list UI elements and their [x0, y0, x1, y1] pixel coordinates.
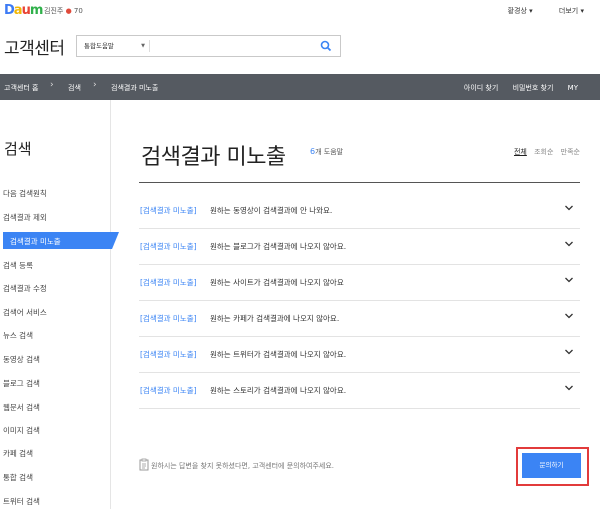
sort-views[interactable]: 조회순	[534, 148, 553, 156]
list-divider	[139, 182, 580, 183]
breadcrumb-home[interactable]: 고객센터 홈	[4, 83, 38, 93]
inquire-button[interactable]: 문의하기	[522, 453, 581, 478]
sidebar-item-web[interactable]: 웹문서 검색	[3, 402, 40, 413]
faq-tag: [검색결과 미노출]	[140, 350, 197, 359]
faq-row[interactable]: [검색결과 미노출] 원하는 트위터가 검색결과에 나오지 않아요.	[139, 336, 580, 373]
faq-question[interactable]: 원하는 사이트가 검색결과에 나오지 않아요	[210, 277, 344, 288]
content-title: 검색결과 미노출	[141, 145, 286, 170]
sidebar-title: 검색	[4, 140, 32, 158]
sidebar-item-news[interactable]: 뉴스 검색	[3, 330, 33, 341]
search-icon	[320, 40, 332, 52]
chevron-down-icon[interactable]	[564, 348, 574, 356]
sidebar: 검색 다음 검색원칙 검색결과 제외 검색결과 미노출 검색 등록 검색결과 수…	[0, 100, 119, 509]
faq-tag: [검색결과 미노출]	[140, 386, 197, 395]
search-box: 통합도움말 ▼	[76, 35, 341, 57]
sidebar-item-keyword-service[interactable]: 검색어 서비스	[3, 307, 47, 318]
faq-tag: [검색결과 미노출]	[140, 206, 197, 215]
points-icon: ●	[65, 7, 72, 15]
faq-question[interactable]: 원하는 블로그가 검색결과에 나오지 않아요.	[210, 241, 346, 252]
breadcrumb-bar: 고객센터 홈 › 검색 › 검색결과 미노출 아이디 찾기 비밀번호 찾기 MY	[0, 74, 600, 100]
sidebar-item-blog[interactable]: 블로그 검색	[3, 378, 40, 389]
chevron-down-icon[interactable]	[564, 204, 574, 212]
sidebar-item-search-principles[interactable]: 다음 검색원칙	[3, 188, 47, 199]
clipboard-icon	[139, 458, 149, 471]
faq-question[interactable]: 원하는 트위터가 검색결과에 나오지 않아요.	[210, 349, 346, 360]
header: 고객센터 통합도움말 ▼	[0, 24, 600, 74]
sidebar-item-cafe[interactable]: 카페 검색	[3, 448, 33, 459]
find-id-link[interactable]: 아이디 찾기	[464, 84, 498, 92]
chevron-down-icon[interactable]	[564, 384, 574, 392]
divider	[149, 40, 150, 52]
user-points: 70	[73, 7, 83, 15]
faq-row[interactable]: [검색결과 미노출] 원하는 블로그가 검색결과에 나오지 않아요.	[139, 228, 580, 265]
sort-all[interactable]: 전체	[514, 148, 527, 156]
faq-row[interactable]: [검색결과 미노출] 원하는 동영상이 검색결과에 안 나와요.	[139, 192, 580, 229]
breadcrumb-current: 검색결과 미노출	[111, 84, 159, 92]
find-password-link[interactable]: 비밀번호 찾기	[513, 84, 554, 92]
faq-question[interactable]: 원하는 스토리가 검색결과에 나오지 않아요.	[210, 385, 346, 396]
sidebar-item-integrated[interactable]: 통합 검색	[3, 472, 33, 483]
daum-logo[interactable]: Daum	[4, 3, 43, 18]
breadcrumb-search[interactable]: 검색	[68, 83, 81, 93]
my-link[interactable]: MY	[568, 84, 578, 92]
top-link-more[interactable]: 더보기 ▾	[547, 7, 584, 15]
faq-question[interactable]: 원하는 동영상이 검색결과에 안 나와요.	[210, 205, 332, 216]
chevron-down-icon: ▼	[141, 43, 145, 49]
chevron-down-icon[interactable]	[564, 312, 574, 320]
user-name[interactable]: 김진주	[44, 7, 63, 15]
search-button[interactable]	[312, 36, 340, 56]
sidebar-item-excluded[interactable]: 검색결과 제외	[3, 212, 47, 223]
faq-question[interactable]: 원하는 카페가 검색결과에 나오지 않아요.	[210, 313, 339, 324]
sidebar-item-twitter[interactable]: 트위터 검색	[3, 496, 40, 507]
sidebar-item-image[interactable]: 이미지 검색	[3, 425, 40, 436]
faq-tag: [검색결과 미노출]	[140, 314, 197, 323]
account-links: 아이디 찾기 비밀번호 찾기 MY	[452, 83, 578, 93]
faq-row[interactable]: [검색결과 미노출] 원하는 스토리가 검색결과에 나오지 않아요.	[139, 372, 580, 409]
page-title[interactable]: 고객센터	[4, 34, 65, 59]
top-link-user[interactable]: 황경상 ▾	[496, 7, 533, 15]
sidebar-item-register[interactable]: 검색 등록	[3, 260, 33, 271]
sort-options: 전체 조회순 만족순	[509, 147, 580, 157]
chevron-down-icon[interactable]	[564, 276, 574, 284]
top-links: 황경상 ▾ 더보기 ▾	[484, 6, 584, 16]
notice-text: 원하시는 답변을 찾지 못하셨다면, 고객센터에 문의하여주세요.	[151, 462, 335, 470]
top-bar: Daum 김진주 ● 70 황경상 ▾ 더보기 ▾	[0, 0, 600, 24]
faq-tag: [검색결과 미노출]	[140, 278, 197, 287]
chevron-right-icon: ›	[93, 80, 97, 90]
faq-row[interactable]: [검색결과 미노출] 원하는 카페가 검색결과에 나오지 않아요.	[139, 300, 580, 337]
help-count: 6개 도움말	[310, 147, 344, 156]
faq-row[interactable]: [검색결과 미노출] 원하는 사이트가 검색결과에 나오지 않아요	[139, 264, 580, 301]
chevron-down-icon[interactable]	[564, 240, 574, 248]
sidebar-item-not-shown[interactable]: 검색결과 미노출	[10, 236, 61, 247]
faq-tag: [검색결과 미노출]	[140, 242, 197, 251]
sidebar-item-video[interactable]: 동영상 검색	[3, 354, 40, 365]
sort-satisfaction[interactable]: 만족순	[561, 148, 580, 156]
user-info[interactable]: 김진주 ● 70	[44, 6, 83, 16]
sidebar-item-edit-results[interactable]: 검색결과 수정	[3, 283, 47, 294]
chevron-right-icon: ›	[50, 80, 54, 90]
search-category-select[interactable]: 통합도움말 ▼	[77, 36, 149, 56]
